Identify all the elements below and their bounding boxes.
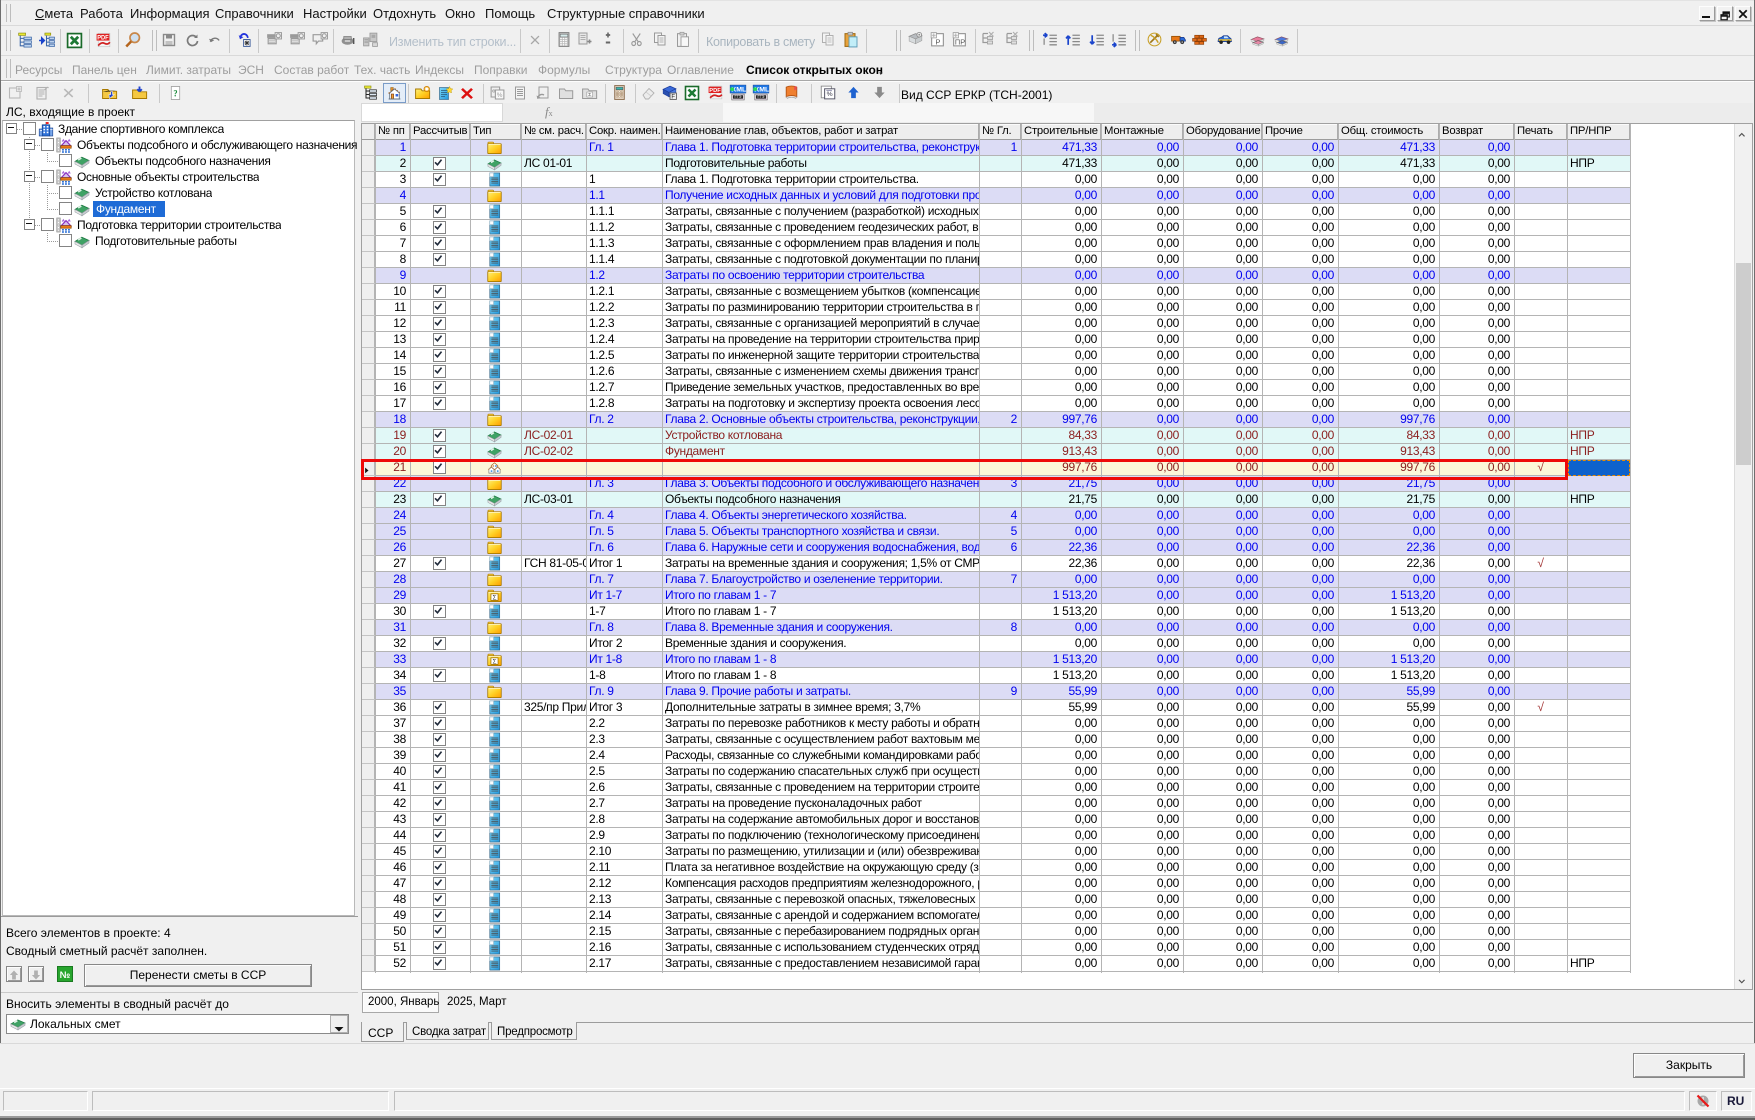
svg-text:%: % xyxy=(827,91,833,98)
svg-text:ПР: ПР xyxy=(955,37,965,46)
svg-text:%: % xyxy=(497,92,503,99)
svg-text:Σ: Σ xyxy=(492,594,496,601)
svg-text:P: P xyxy=(936,37,941,46)
svg-text:ГГЭ: ГГЭ xyxy=(758,95,765,99)
svg-text:?: ? xyxy=(173,88,177,98)
svg-text:№: № xyxy=(60,970,71,981)
svg-text:Σ: Σ xyxy=(492,658,496,665)
svg-text:PDF: PDF xyxy=(97,35,109,41)
svg-text:PDF: PDF xyxy=(709,88,721,94)
svg-text:ГГЭ: ГГЭ xyxy=(735,95,742,99)
svg-text:Σ: Σ xyxy=(588,92,591,98)
svg-text:F: F xyxy=(671,94,675,100)
